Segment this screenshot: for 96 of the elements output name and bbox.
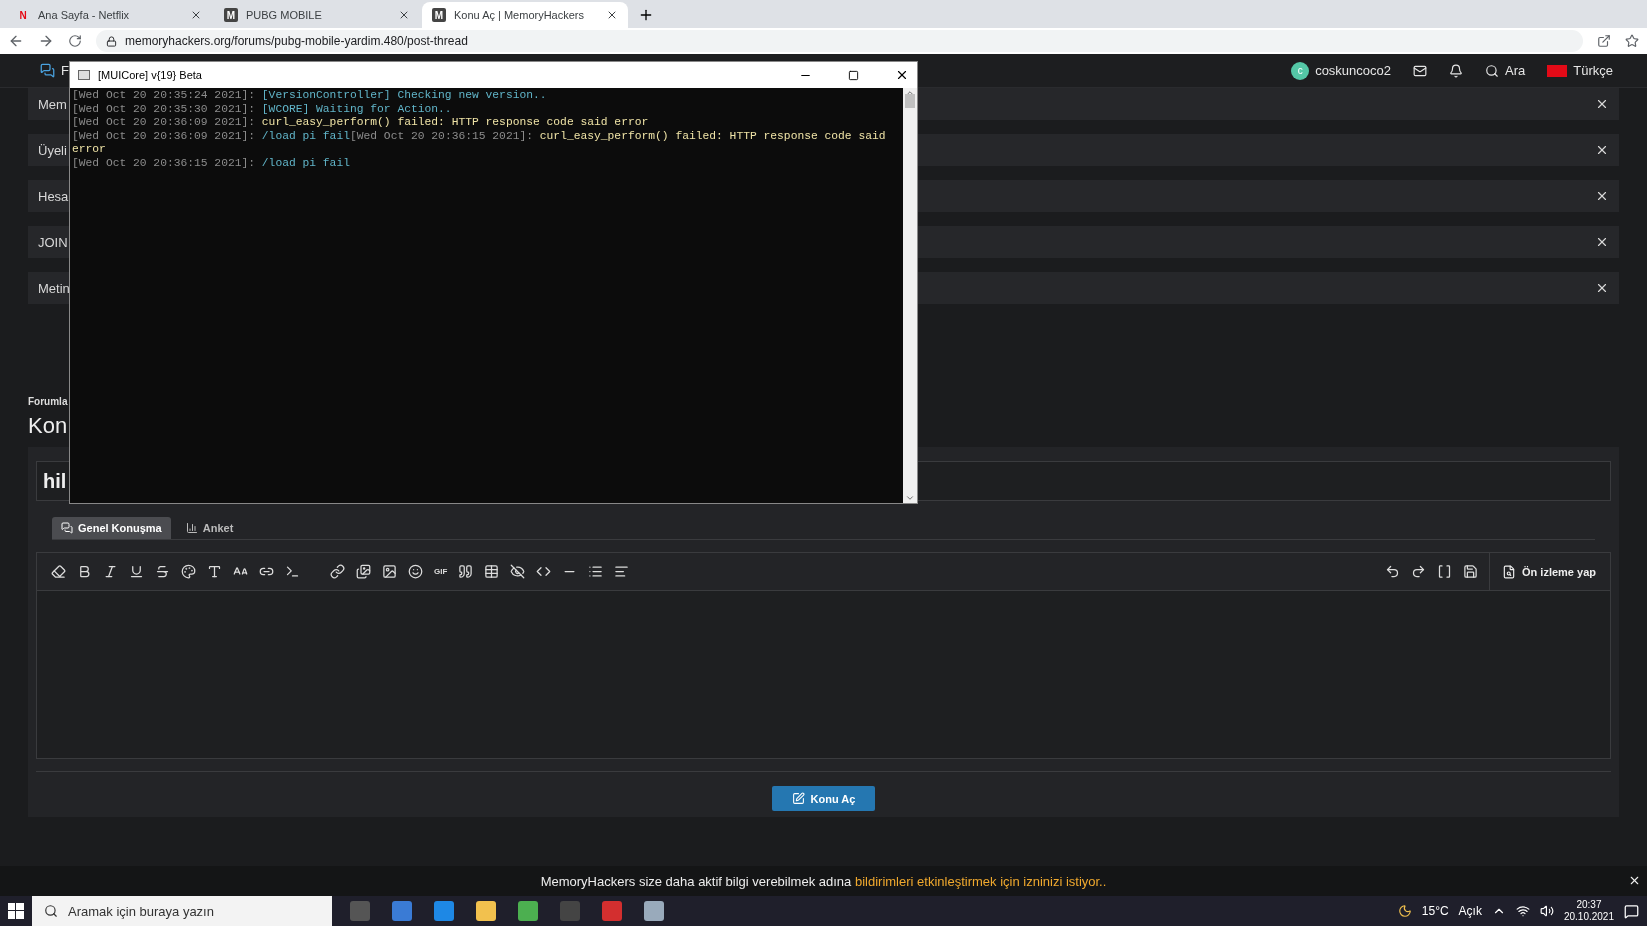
editor-tab[interactable]: Anket — [176, 517, 243, 539]
hidden-eye-icon[interactable] — [510, 564, 526, 579]
scrollbar[interactable] — [903, 88, 917, 503]
browser-tab[interactable]: N Ana Sayfa - Netflix — [6, 2, 212, 28]
gallery-icon[interactable] — [356, 564, 371, 579]
forum-icon[interactable] — [40, 63, 55, 78]
clock-time: 20:37 — [1576, 899, 1602, 911]
scroll-thumb[interactable] — [905, 94, 915, 108]
editor-tab[interactable]: Genel Konuşma — [52, 517, 171, 539]
tab-favicon: M — [432, 8, 446, 22]
smiley-icon[interactable] — [408, 564, 423, 579]
console-line: [Wed Oct 20 20:35:24 2021]: [VersionController] Checking new version.. — [72, 89, 548, 103]
close-icon[interactable] — [190, 9, 202, 21]
preview-icon — [1502, 564, 1516, 579]
strikethrough-icon[interactable] — [155, 564, 170, 579]
breadcrumb[interactable]: Forumla — [28, 396, 68, 407]
forward-icon[interactable] — [38, 33, 54, 49]
bar-chart-icon — [185, 522, 198, 534]
console-line: [Wed Oct 20 20:36:15 2021]: /load pi fail — [72, 156, 351, 170]
weather-condition: Açık — [1458, 904, 1482, 918]
close-icon[interactable] — [895, 68, 909, 82]
scroll-down-icon[interactable] — [905, 493, 915, 503]
preview-button[interactable]: Ön izleme yap — [1489, 553, 1596, 590]
flag-icon — [1547, 64, 1568, 77]
notification-link[interactable]: bildirimleri etkinleştirmek için izninizi istiyor.. — [854, 873, 1107, 889]
font-color-icon[interactable] — [207, 564, 222, 579]
tab-favicon: N — [18, 8, 28, 22]
brackets-icon[interactable] — [1437, 564, 1452, 579]
address-field[interactable]: memoryhackers.org/forums/pubg-mobile-yardim.480/post-thread — [96, 30, 1583, 52]
windows-start-icon[interactable] — [8, 903, 24, 919]
code-icon[interactable] — [536, 564, 552, 579]
gif-button[interactable]: GIF — [434, 567, 448, 576]
star-icon[interactable] — [1625, 34, 1639, 48]
notice-text: JOIN — [38, 234, 68, 250]
close-icon[interactable] — [606, 9, 618, 21]
notice-text: Mem — [38, 96, 67, 112]
console-line: [Wed Oct 20 20:35:30 2021]: [WCORE] Waiting for Action.. — [72, 102, 453, 116]
notice-text: Üyeli — [38, 142, 67, 158]
console-line: [Wed Oct 20 20:36:09 2021]: /load pi fail[Wed Oct 20 20:36:15 2021]: curl_easy_perform() failed: HTTP response code said error — [72, 129, 887, 157]
page-title: Kon — [28, 413, 68, 439]
close-icon[interactable] — [1595, 97, 1609, 111]
close-icon[interactable] — [398, 9, 410, 21]
close-icon[interactable] — [1595, 189, 1609, 203]
browser-tab[interactable]: M PUBG MOBILE — [214, 2, 420, 28]
list-icon[interactable] — [588, 564, 604, 579]
maximize-icon[interactable] — [848, 69, 859, 81]
notice-text: Metin — [38, 280, 70, 296]
moon-icon — [1397, 904, 1412, 918]
notice-text: Hesa — [38, 188, 69, 204]
redo-icon[interactable] — [1411, 564, 1426, 579]
italic-icon[interactable] — [103, 564, 118, 579]
close-icon[interactable] — [1628, 874, 1641, 887]
link-icon[interactable] — [330, 564, 345, 579]
new-tab-icon[interactable] — [638, 7, 654, 23]
save-icon[interactable] — [1463, 564, 1478, 579]
eraser-icon[interactable] — [51, 564, 66, 579]
wifi-icon[interactable] — [1515, 904, 1530, 918]
reload-icon[interactable] — [68, 34, 82, 48]
language-link[interactable]: Türkçe — [1573, 63, 1613, 78]
notification-text: MemoryHackers size daha aktif bilgi verebilmek adına bildirimleri etkinleştirmek için izninizi istiyor.. — [540, 873, 1107, 889]
notifications-icon[interactable] — [1624, 903, 1639, 919]
align-icon[interactable] — [614, 564, 630, 579]
console-icon — [78, 70, 90, 80]
username[interactable]: coskuncoco2 — [1315, 63, 1392, 78]
search-icon[interactable] — [1485, 63, 1500, 78]
nav-logo-text: F — [61, 63, 69, 78]
table-icon[interactable] — [484, 564, 500, 579]
back-icon[interactable] — [8, 33, 24, 49]
share-icon[interactable] — [1597, 34, 1611, 48]
taskbar-search-field[interactable]: Aramak için buraya yazın — [32, 896, 332, 926]
console-line: [Wed Oct 20 20:36:09 2021]: curl_easy_perform() failed: HTTP response code said error — [72, 116, 650, 130]
image-icon[interactable] — [382, 564, 397, 579]
edit-icon — [791, 792, 805, 805]
temperature: 15°C — [1421, 904, 1449, 918]
palette-icon[interactable] — [181, 564, 196, 579]
search-link[interactable]: Ara — [1505, 63, 1526, 78]
underline-icon[interactable] — [129, 564, 144, 579]
browser-tab[interactable]: M Konu Aç | MemoryHackers — [422, 2, 628, 28]
search-icon — [44, 904, 58, 918]
undo-icon[interactable] — [1385, 564, 1400, 579]
close-icon[interactable] — [1595, 235, 1609, 249]
quote-icon[interactable] — [458, 564, 474, 579]
bell-icon[interactable] — [1449, 63, 1464, 78]
bold-icon[interactable] — [77, 564, 92, 579]
tab-favicon: M — [224, 8, 238, 22]
mail-icon[interactable] — [1413, 63, 1428, 78]
lock-icon — [106, 35, 117, 47]
chat-icon — [61, 522, 73, 534]
terminal-icon[interactable] — [285, 564, 300, 579]
submit-button[interactable]: Konu Aç — [771, 786, 876, 811]
console-title: [MUICore] v{19} Beta — [98, 69, 202, 81]
close-icon[interactable] — [1595, 281, 1609, 295]
clock-date: 20.10.2021 — [1563, 911, 1614, 923]
user-avatar: c — [1291, 61, 1310, 80]
close-icon[interactable] — [1595, 143, 1609, 157]
volume-icon[interactable] — [1539, 904, 1554, 918]
